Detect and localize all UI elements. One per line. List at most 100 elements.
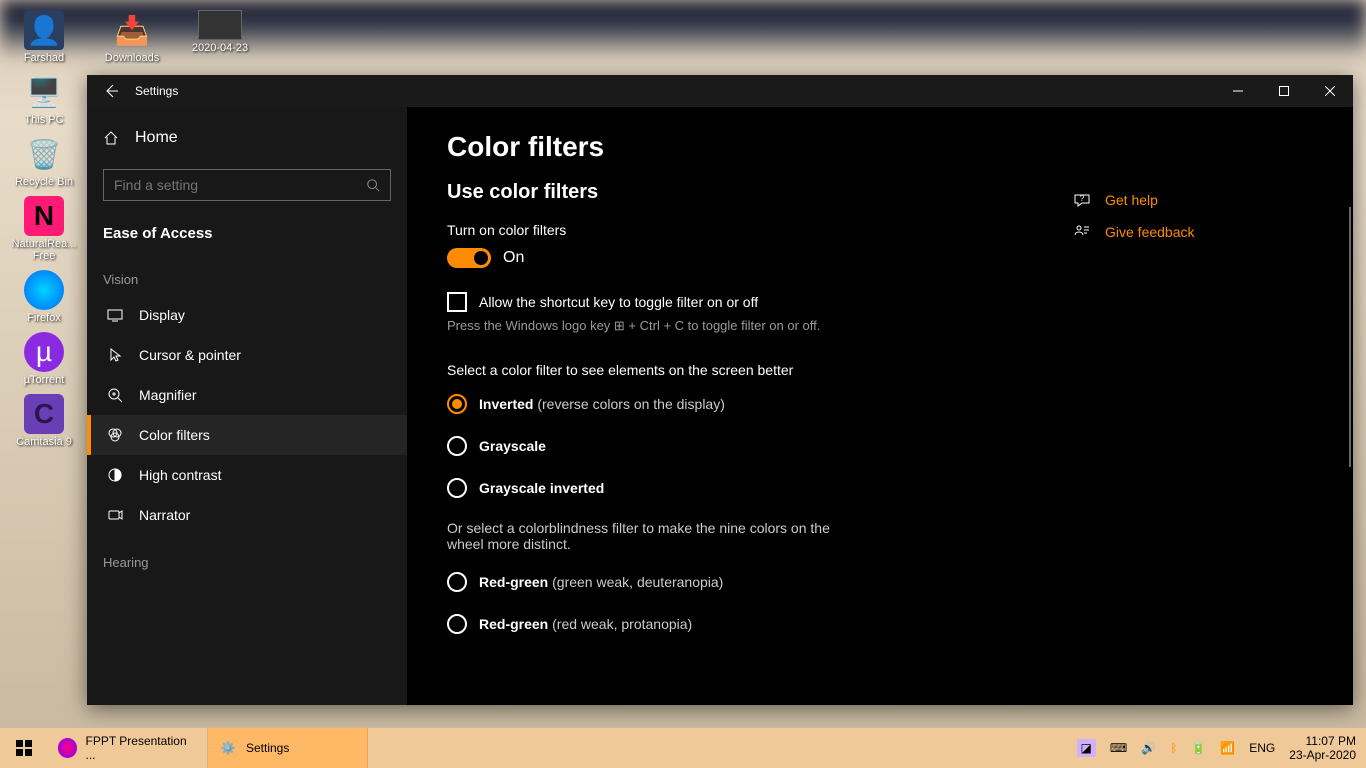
radio-grayscale[interactable]: Grayscale [447, 436, 1033, 456]
task-label: FPPT Presentation ... [85, 734, 197, 762]
desktop-icon-recyclebin[interactable]: 🗑️ Recycle Bin [10, 134, 78, 188]
nav-label: Magnifier [139, 387, 197, 403]
tray-icon[interactable]: ◪ [1077, 739, 1096, 757]
desktop-icon-label: Recycle Bin [15, 176, 73, 188]
radio-name: Red-green [479, 616, 548, 632]
radio-inverted[interactable]: Inverted (reverse colors on the display) [447, 394, 1033, 414]
radio-name: Grayscale [479, 438, 546, 454]
nav-magnifier[interactable]: Magnifier [87, 375, 407, 415]
volume-icon[interactable]: 🔊 [1141, 741, 1156, 755]
scrollbar[interactable] [1349, 207, 1351, 467]
search-icon [366, 178, 380, 192]
help-label: Get help [1105, 192, 1158, 208]
desktop-icon-naturalreader[interactable]: N NaturalRea... Free [10, 196, 78, 262]
nav-color-filters[interactable]: Color filters [87, 415, 407, 455]
radio-grayscale-inverted[interactable]: Grayscale inverted [447, 478, 1033, 498]
back-button[interactable] [87, 75, 135, 107]
nav-label: Display [139, 307, 185, 323]
home-nav[interactable]: Home [87, 117, 407, 159]
gear-icon: ⚙️ [218, 738, 238, 758]
battery-icon[interactable]: 🔋 [1191, 741, 1206, 755]
desktop-icon-label: This PC [24, 114, 63, 126]
desktop-icon-label: Downloads [105, 52, 159, 64]
desktop-icon-utorrent[interactable]: µ µTorrent [10, 332, 78, 386]
category-label: Ease of Access [87, 211, 407, 252]
settings-window: Settings Home Ease of Access Vision Disp… [87, 75, 1353, 705]
feedback-label: Give feedback [1105, 224, 1195, 240]
minimize-button[interactable] [1215, 75, 1261, 107]
nav-narrator[interactable]: Narrator [87, 495, 407, 535]
give-feedback-link[interactable]: Give feedback [1073, 223, 1313, 241]
radio-deuteranopia[interactable]: Red-green (green weak, deuteranopia) [447, 572, 1033, 592]
section-hearing: Hearing [87, 535, 407, 578]
desktop-icon-downloads[interactable]: 📥 Downloads [98, 10, 166, 64]
maximize-button[interactable] [1261, 75, 1307, 107]
desktop-icon-label: µTorrent [24, 374, 65, 386]
desktop-icon-thispc[interactable]: 🖥️ This PC [10, 72, 78, 126]
search-box[interactable] [103, 169, 391, 201]
color-filters-toggle[interactable] [447, 248, 491, 268]
bluetooth-icon[interactable]: ᛒ [1170, 741, 1177, 755]
radio-name: Grayscale inverted [479, 480, 604, 496]
checkbox-label: Allow the shortcut key to toggle filter … [479, 294, 758, 310]
date: 23-Apr-2020 [1289, 748, 1356, 762]
radio-sub: (reverse colors on the display) [533, 396, 724, 412]
sidebar: Home Ease of Access Vision Display Curso… [87, 107, 407, 705]
page-title: Color filters [447, 131, 1033, 163]
content-area: Color filters Use color filters Turn on … [407, 107, 1353, 705]
nav-label: Cursor & pointer [139, 347, 241, 363]
desktop-icon-firefox[interactable]: Firefox [10, 270, 78, 324]
nav-label: High contrast [139, 467, 221, 483]
nav-display[interactable]: Display [87, 295, 407, 335]
desktop-icon-label: 2020-04-23 [192, 42, 248, 54]
radio-name: Inverted [479, 396, 533, 412]
radio-protanopia[interactable]: Red-green (red weak, protanopia) [447, 614, 1033, 634]
titlebar: Settings [87, 75, 1353, 107]
close-button[interactable] [1307, 75, 1353, 107]
home-label: Home [135, 129, 178, 147]
time: 11:07 PM [1289, 734, 1356, 748]
nav-label: Narrator [139, 507, 190, 523]
radio-sub: (red weak, protanopia) [548, 616, 692, 632]
shortcut-checkbox[interactable] [447, 292, 467, 312]
wifi-icon[interactable]: 📶 [1220, 741, 1235, 755]
radio-button[interactable] [447, 436, 467, 456]
colorblind-desc: Or select a colorblindness filter to mak… [447, 520, 867, 552]
radio-button[interactable] [447, 614, 467, 634]
window-title: Settings [135, 84, 178, 98]
get-help-link[interactable]: ? Get help [1073, 191, 1313, 209]
svg-text:?: ? [1080, 194, 1085, 203]
desktop-icon-label: Farshad [24, 52, 64, 64]
help-panel: ? Get help Give feedback [1073, 131, 1313, 681]
select-filter-desc: Select a color filter to see elements on… [447, 362, 1033, 378]
radio-name: Red-green [479, 574, 548, 590]
input-icon[interactable]: ⌨ [1110, 741, 1127, 755]
nav-label: Color filters [139, 427, 210, 443]
radio-button[interactable] [447, 572, 467, 592]
desktop-icon-folder[interactable]: 2020-04-23 [186, 10, 254, 64]
desktop-icon-camtasia[interactable]: C Camtasia 9 [10, 394, 78, 448]
nav-cursor[interactable]: Cursor & pointer [87, 335, 407, 375]
radio-button[interactable] [447, 478, 467, 498]
nav-high-contrast[interactable]: High contrast [87, 455, 407, 495]
desktop-icon-label: NaturalRea... Free [10, 238, 78, 262]
toggle-state: On [503, 249, 524, 267]
start-button[interactable] [0, 728, 48, 768]
shortcut-hint: Press the Windows logo key ⊞ + Ctrl + C … [447, 318, 1033, 334]
taskbar: FPPT Presentation ... ⚙️ Settings ◪ ⌨ 🔊 … [0, 728, 1366, 768]
system-tray: ◪ ⌨ 🔊 ᛒ 🔋 📶 ENG 11:07 PM 23-Apr-2020 [1077, 734, 1366, 763]
search-input[interactable] [114, 177, 366, 193]
radio-sub: (green weak, deuteranopia) [548, 574, 723, 590]
toggle-label: Turn on color filters [447, 222, 1033, 238]
language-indicator[interactable]: ENG [1249, 741, 1275, 755]
page-subtitle: Use color filters [447, 181, 1033, 204]
clock[interactable]: 11:07 PM 23-Apr-2020 [1289, 734, 1356, 763]
task-settings[interactable]: ⚙️ Settings [208, 728, 368, 768]
task-label: Settings [246, 741, 289, 755]
desktop-icon-label: Firefox [27, 312, 61, 324]
chrome-icon [58, 738, 77, 758]
section-vision: Vision [87, 252, 407, 295]
task-fppt[interactable]: FPPT Presentation ... [48, 728, 208, 768]
radio-button[interactable] [447, 394, 467, 414]
desktop-icon-user[interactable]: 👤 Farshad [10, 10, 78, 64]
